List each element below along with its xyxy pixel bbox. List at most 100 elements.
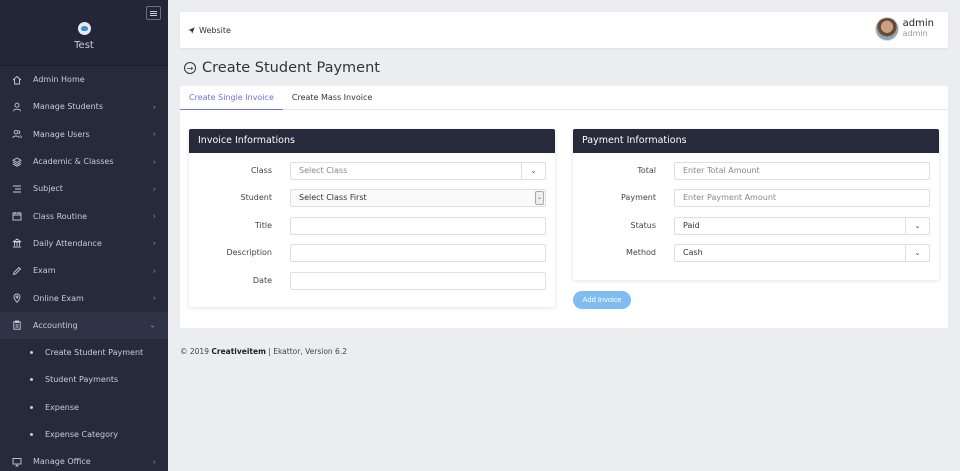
description-label: Description [226,248,272,257]
tab-create-mass-invoice[interactable]: Create Mass Invoice [283,86,381,110]
chevron-right-icon: › [152,102,156,112]
sidebar-subitem-label: Create Student Payment [45,348,144,358]
main-card: Create Single Invoice Create Mass Invoic… [180,86,948,328]
chevron-down-icon: ⌄ [521,163,545,179]
sidebar-item-manage-students[interactable]: Manage Students › [0,93,168,120]
sidebar-item-label: Admin Home [33,75,85,85]
footer: © 2019 Creativeitem | Ekattor, Version 6… [180,347,347,356]
sidebar-item-online-exam[interactable]: Online Exam › [0,284,168,311]
chevron-right-icon: › [152,184,156,194]
invoice-panel: Invoice Informations Class Select Class … [189,129,555,307]
student-select[interactable]: Select Class First ⌄ [290,189,546,207]
status-select[interactable]: Paid ⌄ [674,217,930,235]
sidebar-item-label: Manage Users [33,129,90,139]
method-select[interactable]: Cash ⌄ [674,244,930,262]
status-label: Status [630,221,657,230]
title-row: Title [189,217,555,235]
add-invoice-button[interactable]: Add Invoice [573,291,631,309]
layers-icon [12,157,22,167]
sidebar-item-class-routine[interactable]: Class Routine › [0,202,168,229]
chevron-right-icon: › [152,293,156,303]
class-label: Class [250,166,272,175]
location-icon [12,293,22,303]
date-label: Date [252,276,272,285]
website-link[interactable]: Website [188,26,231,35]
sidebar-item-manage-users[interactable]: Manage Users › [0,121,168,148]
sidebar-item-label: Daily Attendance [33,238,102,248]
chevron-down-icon: ⌄ [149,320,156,330]
sidebar-item-label: Accounting [33,320,78,330]
hamburger-icon [150,12,157,14]
sidebar-item-daily-attendance[interactable]: Daily Attendance › [0,230,168,257]
chevron-down-icon: ⌄ [905,245,929,261]
total-input[interactable]: Enter Total Amount [674,162,930,180]
payment-row: Payment Enter Payment Amount [573,189,939,207]
sidebar-item-label: Academic & Classes [33,157,114,167]
total-placeholder: Enter Total Amount [683,166,760,175]
method-select-value: Cash [683,248,703,257]
bullet-icon [30,378,33,382]
date-row: Date [189,272,555,290]
method-label: Method [625,248,656,257]
payment-placeholder: Enter Payment Amount [683,193,777,202]
sidebar-item-label: Subject [33,184,63,194]
arrow-circle-icon: → [184,62,196,74]
class-select-value: Select Class [299,166,348,175]
chevron-down-icon: ⌄ [535,191,544,205]
logo-icon [78,22,91,35]
bullet-icon [30,351,33,355]
website-label: Website [199,26,231,35]
building-icon [12,238,22,248]
student-label: Student [240,193,273,202]
description-input[interactable] [290,244,546,262]
sidebar-item-label: Manage Students [33,102,103,112]
payment-panel-heading: Payment Informations [573,129,939,153]
user-icon [12,102,22,112]
payment-label: Payment [620,193,656,202]
status-row: Status Paid ⌄ [573,217,939,235]
chevron-right-icon: › [152,157,156,167]
chevron-right-icon: › [152,129,156,139]
sidebar-subitem-student-payments[interactable]: Student Payments [0,366,168,394]
sidebar-item-exam[interactable]: Exam › [0,257,168,284]
sidebar-item-label: Online Exam [33,293,84,303]
sidebar-subitem-expense[interactable]: Expense [0,393,168,421]
date-input[interactable] [290,272,546,290]
class-select[interactable]: Select Class ⌄ [290,162,546,180]
footer-suffix: | Ekattor, Version 6.2 [268,347,347,356]
sidebar-item-label: Exam [33,266,56,276]
chevron-right-icon: › [152,457,156,467]
clipboard-icon [12,320,22,330]
chevron-right-icon: › [152,266,156,276]
student-row: Student Select Class First ⌄ [189,189,555,207]
menu-toggle-button[interactable] [146,6,161,20]
status-select-value: Paid [683,221,700,230]
sidebar-item-subject[interactable]: Subject › [0,175,168,202]
total-label: Total [637,166,656,175]
tab-create-single-invoice[interactable]: Create Single Invoice [180,86,283,110]
sidebar-item-accounting[interactable]: Accounting ⌄ [0,311,168,339]
pencil-icon [12,266,22,276]
sidebar-item-admin-home[interactable]: Admin Home [0,66,168,93]
sidebar-subitem-label: Expense [45,402,79,412]
user-menu[interactable]: admin admin [874,17,934,41]
avatar [874,17,899,41]
student-select-value: Select Class First [299,193,367,202]
sidebar-item-academic-classes[interactable]: Academic & Classes › [0,148,168,175]
payment-input[interactable]: Enter Payment Amount [674,189,930,207]
bullet-icon [30,405,33,409]
user-name: admin [902,18,934,29]
sidebar-subitem-expense-category[interactable]: Expense Category [0,420,168,449]
page-title-text: Create Student Payment [202,60,380,76]
sidebar: Test Admin Home Manage Students › Manage… [0,0,168,471]
chevron-down-icon: ⌄ [905,218,929,234]
title-input[interactable] [290,217,546,235]
send-icon [188,27,195,34]
page-title: → Create Student Payment [184,60,380,76]
topbar: Website admin admin [180,12,948,48]
calendar-icon [12,211,22,221]
sidebar-item-manage-office[interactable]: Manage Office › [0,448,168,471]
footer-company[interactable]: Creativeitem [211,347,266,356]
monitor-icon [12,457,22,467]
sidebar-subitem-create-student-payment[interactable]: Create Student Payment [0,338,168,367]
